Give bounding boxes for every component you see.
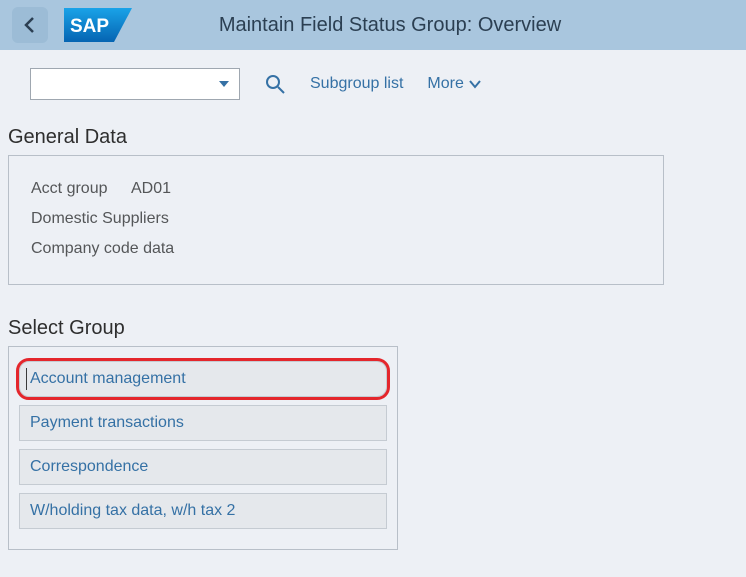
chevron-down-icon — [468, 79, 482, 89]
group-wh-tax[interactable]: W/holding tax data, w/h tax 2 — [19, 493, 387, 529]
select-group-heading: Select Group — [8, 317, 746, 340]
group-payment-transactions[interactable]: Payment transactions — [19, 405, 387, 441]
group-account-management[interactable]: Account management — [19, 361, 387, 397]
page-title: Maintain Field Status Group: Overview — [156, 14, 734, 37]
chevron-left-icon — [23, 16, 37, 34]
search-icon — [265, 74, 285, 94]
search-button[interactable] — [264, 73, 286, 95]
acct-group-description: Domestic Suppliers — [31, 210, 641, 228]
general-data-heading: General Data — [8, 126, 746, 149]
group-correspondence[interactable]: Correspondence — [19, 449, 387, 485]
acct-subobject: Company code data — [31, 240, 641, 258]
svg-text:SAP: SAP — [70, 16, 109, 37]
subgroup-list-link[interactable]: Subgroup list — [310, 75, 403, 93]
toolbar: Subgroup list More — [0, 50, 746, 118]
select-group-box: Account management Payment transactions … — [8, 346, 398, 550]
general-data-box: Acct group AD01 Domestic Suppliers Compa… — [8, 155, 664, 285]
more-menu[interactable]: More — [427, 75, 481, 93]
acct-group-value: AD01 — [131, 180, 171, 198]
action-dropdown[interactable] — [30, 68, 240, 100]
sap-logo: SAP — [64, 8, 132, 42]
header-bar: SAP Maintain Field Status Group: Overvie… — [0, 0, 746, 50]
more-label: More — [427, 75, 463, 93]
acct-group-label: Acct group — [31, 180, 131, 198]
back-button[interactable] — [12, 7, 48, 43]
